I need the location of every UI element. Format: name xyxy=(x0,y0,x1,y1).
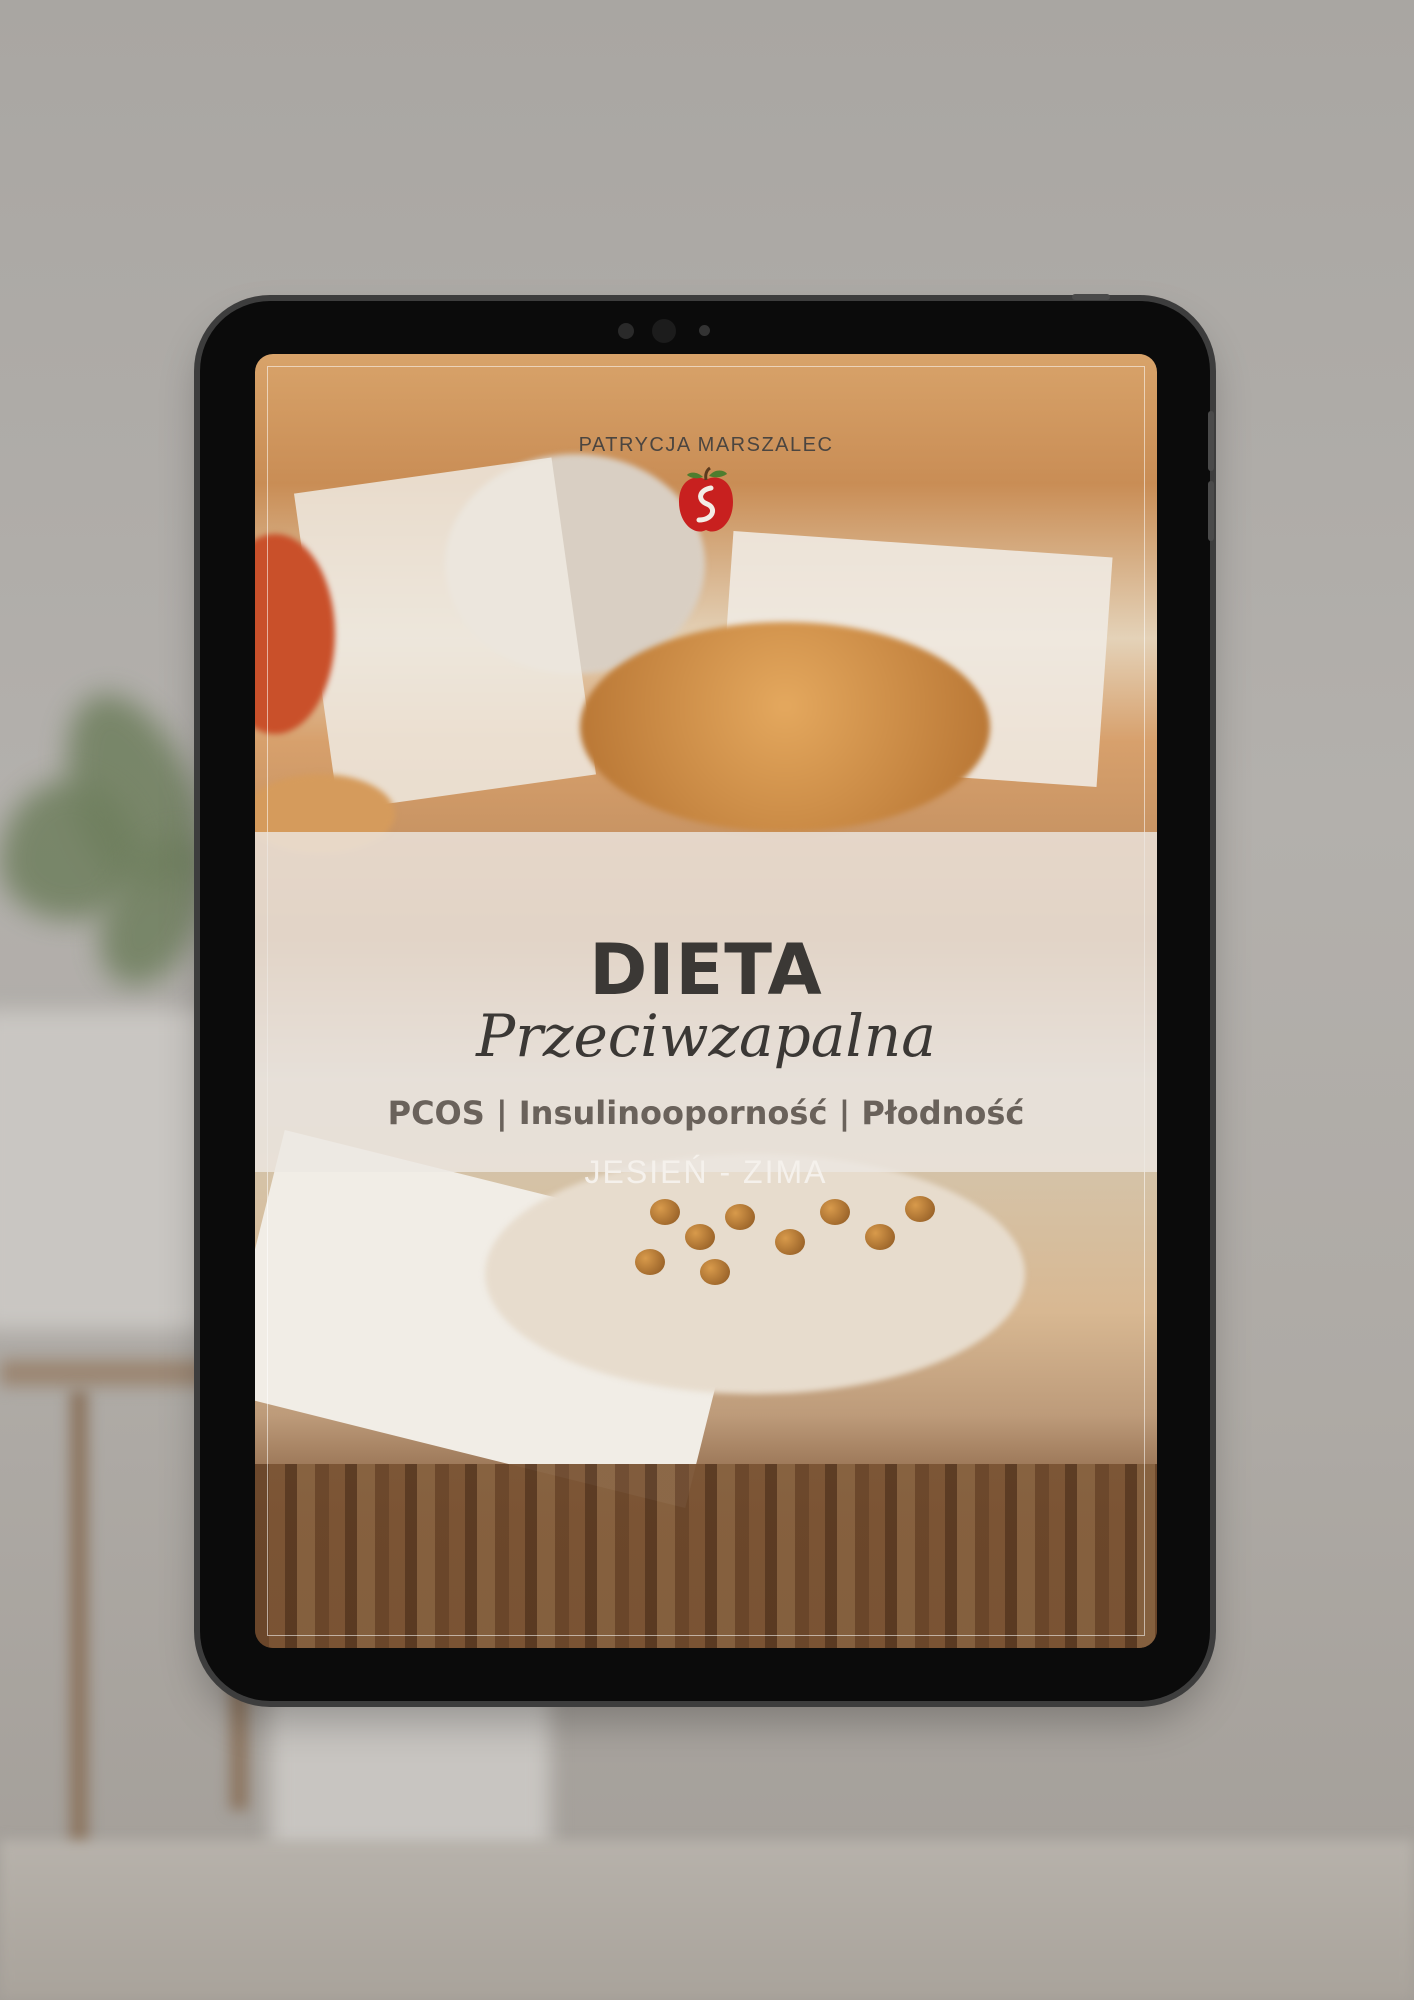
tablet-top-button xyxy=(1072,294,1110,300)
tablet-side-button xyxy=(1208,411,1214,471)
author-name: PATRYCJA MARSZALEC xyxy=(578,434,834,456)
lentil xyxy=(865,1224,895,1250)
stool-leg xyxy=(70,1390,88,1890)
paper-sheet xyxy=(293,457,597,811)
apple-logo-icon xyxy=(679,466,733,532)
light-sensor-icon xyxy=(699,325,710,336)
lentil xyxy=(905,1196,935,1222)
cover-subtitle: Przeciwzapalna xyxy=(476,1002,936,1070)
tablet-side-button xyxy=(1208,481,1214,541)
camera-icon xyxy=(652,319,676,343)
cover-tags: PCOS | Insulinooporność | Płodność xyxy=(387,1094,1025,1132)
tablet-device: PATRYCJA MARSZALEC DIETA Przeciwzapalna … xyxy=(200,294,1214,1701)
cover-title: DIETA xyxy=(589,929,823,1011)
bun-top xyxy=(580,622,990,832)
lentil xyxy=(820,1199,850,1225)
wooden-board xyxy=(255,1464,1157,1648)
lentil xyxy=(775,1229,805,1255)
cover-season: JESIEŃ - ZIMA xyxy=(584,1154,828,1190)
lentil xyxy=(685,1224,715,1250)
lentil xyxy=(725,1204,755,1230)
sensor-icon xyxy=(618,323,634,339)
lentil xyxy=(700,1259,730,1285)
plant-pot xyxy=(0,1010,210,1330)
lentil xyxy=(635,1249,665,1275)
floor xyxy=(0,1840,1414,2000)
ebook-cover: PATRYCJA MARSZALEC DIETA Przeciwzapalna … xyxy=(255,354,1157,1648)
lentil xyxy=(650,1199,680,1225)
